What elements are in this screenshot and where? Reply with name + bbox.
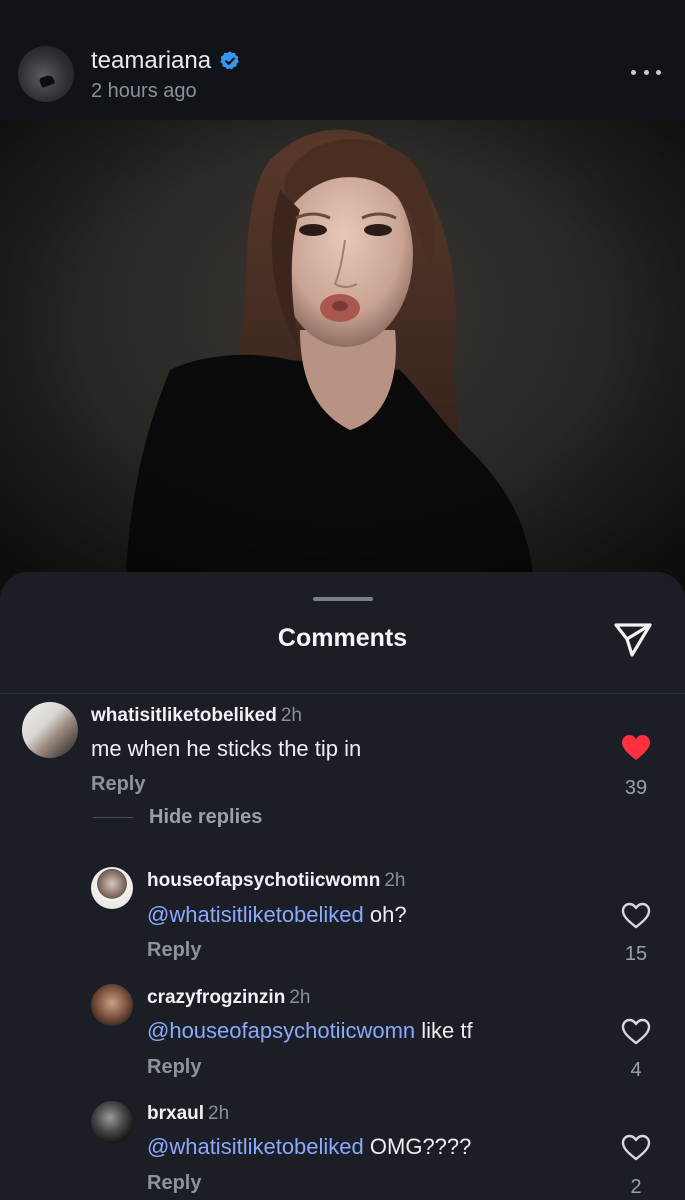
post-author-username[interactable]: teamariana	[91, 47, 211, 75]
reply-body: like tf	[415, 1018, 473, 1043]
heart-outline-icon[interactable]	[621, 902, 651, 930]
reply-age: 2h	[384, 870, 406, 891]
comment-header: whatisitliketobeliked 2h	[91, 705, 302, 727]
hide-replies-button[interactable]: Hide replies	[149, 806, 262, 829]
comment-age: 2h	[280, 705, 302, 726]
like-count: 4	[630, 1059, 642, 1081]
reply-header: crazyfrogzinzin 2h	[147, 987, 310, 1009]
post-timestamp: 2 hours ago	[91, 80, 197, 102]
more-icon-dot	[643, 69, 649, 75]
reply-text: @whatisitliketobeliked oh?	[147, 902, 407, 928]
comment-body: me when he sticks the tip in	[91, 736, 362, 761]
reply-mention[interactable]: @houseofapsychotiicwomn	[147, 1018, 415, 1043]
reply-age: 2h	[208, 1103, 230, 1124]
comment-text: me when he sticks the tip in	[91, 736, 361, 762]
reply-age: 2h	[289, 987, 311, 1008]
reply-button[interactable]: Reply	[147, 1056, 201, 1079]
reply-username[interactable]: brxaul	[147, 1103, 204, 1124]
comment-username[interactable]: whatisitliketobeliked	[91, 705, 277, 726]
like-count: 15	[624, 943, 648, 965]
reply-header: houseofapsychotiicwomn 2h	[147, 870, 405, 892]
like-count: 39	[624, 777, 648, 799]
post-photo[interactable]	[0, 120, 685, 590]
reply-text: @whatisitliketobeliked OMG????	[147, 1134, 471, 1160]
reply-mention[interactable]: @whatisitliketobeliked	[147, 902, 364, 927]
post-author-avatar[interactable]	[18, 46, 74, 102]
sheet-drag-handle[interactable]	[313, 597, 373, 601]
portrait-illustration	[0, 120, 685, 590]
more-icon	[631, 69, 636, 75]
heart-outline-icon[interactable]	[621, 1134, 651, 1162]
reply-button[interactable]: Reply	[147, 939, 201, 962]
reply-avatar[interactable]	[91, 984, 133, 1026]
reply-username[interactable]: crazyfrogzinzin	[147, 987, 285, 1008]
heart-outline-icon[interactable]	[621, 1018, 651, 1046]
share-send-icon[interactable]	[612, 619, 654, 659]
comment-avatar[interactable]	[22, 702, 78, 758]
hide-replies-line	[93, 817, 133, 818]
reply-username[interactable]: houseofapsychotiicwomn	[147, 870, 380, 891]
comments-title: Comments	[277, 624, 408, 652]
sheet-divider	[0, 693, 685, 694]
more-icon-dot	[656, 69, 661, 75]
more-options-button[interactable]	[631, 62, 661, 82]
comments-sheet: Comments whatisitliketobeliked 2h me when…	[0, 572, 685, 1200]
reply-mention[interactable]: @whatisitliketobeliked	[147, 1134, 364, 1159]
reply-button[interactable]: Reply	[91, 773, 145, 796]
reply-button[interactable]: Reply	[147, 1172, 201, 1195]
reply-body: oh?	[363, 902, 407, 927]
reply-avatar[interactable]	[91, 1101, 133, 1143]
reply-text: @houseofapsychotiicwomn like tf	[147, 1018, 473, 1044]
reply-body: OMG????	[363, 1134, 472, 1159]
like-count: 2	[630, 1176, 642, 1198]
heart-filled-icon[interactable]	[621, 734, 651, 762]
post-author[interactable]: teamariana	[91, 47, 241, 75]
post-header: teamariana 2 hours ago	[0, 0, 685, 120]
reply-header: brxaul 2h	[147, 1103, 229, 1125]
reply-avatar[interactable]	[91, 867, 133, 909]
verified-badge-icon	[220, 51, 239, 70]
